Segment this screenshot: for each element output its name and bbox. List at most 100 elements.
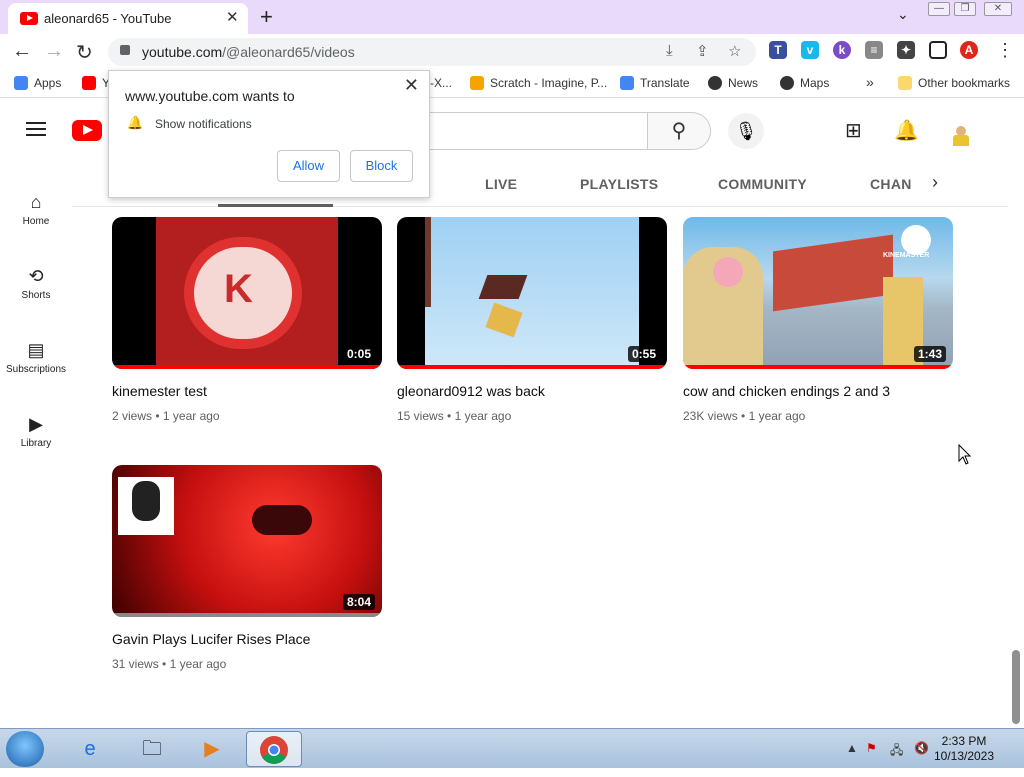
popup-title: www.youtube.com wants to (125, 88, 295, 104)
browser-toolbar: ← → ↻ youtube.com/@aleonard65/videos ⤓ ⇪… (0, 34, 1024, 70)
action-center-icon[interactable]: ⚑ (866, 741, 877, 755)
tab-title: aleonard65 - YouTube (44, 11, 172, 26)
internet-explorer-icon[interactable]: e (62, 731, 118, 767)
video-thumbnail[interactable]: 8:04 (112, 465, 382, 617)
reload-icon[interactable]: ↻ (76, 40, 93, 65)
extension-database-icon[interactable]: ≡ (865, 41, 883, 59)
tab-community[interactable]: COMMUNITY (718, 176, 807, 192)
sidebar-item-home[interactable]: ⌂ Home (0, 174, 72, 248)
search-icon[interactable]: ⚲ (647, 112, 711, 150)
create-video-icon[interactable]: ⊞ (845, 118, 862, 143)
translate-icon (620, 76, 634, 90)
show-hidden-icons-icon[interactable]: ▲ (846, 741, 858, 755)
bookmark-x[interactable]: -X... (430, 76, 452, 90)
minimize-button[interactable]: — (928, 2, 950, 16)
bookmark-other[interactable]: Other bookmarks (898, 76, 1010, 90)
tab-strip: aleonard65 - YouTube ✕ + ⌄ — ❐ ✕ (0, 0, 1024, 34)
bookmarks-overflow-icon[interactable]: » (866, 74, 874, 90)
forward-icon[interactable]: → (44, 40, 64, 63)
sidebar-item-label: Library (20, 438, 52, 449)
extension-vimeo-icon[interactable]: v (801, 41, 819, 59)
video-title[interactable]: Gavin Plays Lucifer Rises Place (112, 631, 382, 647)
browser-tab[interactable]: aleonard65 - YouTube ✕ (8, 3, 248, 34)
sidebar-item-library[interactable]: ▶ Library (0, 396, 72, 470)
sidebar-item-shorts[interactable]: ⟲ Shorts (0, 248, 72, 322)
block-button[interactable]: Block (350, 150, 413, 182)
allow-button[interactable]: Allow (277, 150, 340, 182)
file-explorer-icon[interactable]: 🗀 (124, 731, 180, 767)
video-thumbnail[interactable]: KINEMASTER 1:43 (683, 217, 953, 369)
mouse-cursor-icon (958, 444, 972, 465)
bookmark-scratch[interactable]: Scratch - Imagine, P... (470, 76, 607, 90)
video-title[interactable]: gleonard0912 was back (397, 383, 667, 399)
bookmark-star-icon[interactable]: ☆ (728, 42, 741, 60)
video-card[interactable]: KINEMASTER 1:43 cow and chicken endings … (683, 217, 953, 423)
install-icon[interactable]: ⤓ (666, 42, 673, 59)
hamburger-menu-icon[interactable] (26, 122, 46, 136)
media-player-icon[interactable]: ▶ (184, 731, 240, 767)
permission-label: Show notifications (155, 117, 252, 131)
video-thumbnail[interactable]: K 0:05 (112, 217, 382, 369)
shorts-icon: ⟲ (28, 266, 44, 286)
tab-channels[interactable]: CHAN (870, 176, 912, 192)
video-card[interactable]: 8:04 Gavin Plays Lucifer Rises Place 31 … (112, 465, 382, 671)
library-icon: ▶ (29, 414, 43, 434)
home-icon: ⌂ (30, 192, 42, 212)
video-duration: 0:55 (627, 346, 660, 362)
new-tab-button[interactable]: + (260, 4, 273, 30)
youtube-logo[interactable] (72, 120, 102, 141)
close-window-button[interactable]: ✕ (984, 2, 1012, 16)
sidebar-item-subscriptions[interactable]: ▤ Subscriptions (0, 322, 72, 396)
page-scrollbar[interactable] (1008, 162, 1024, 728)
bookmark-maps[interactable]: Maps (780, 76, 829, 90)
video-thumbnail[interactable]: 0:55 (397, 217, 667, 369)
bookmark-news[interactable]: News (708, 76, 758, 90)
start-button[interactable] (6, 731, 44, 767)
video-title[interactable]: cow and chicken endings 2 and 3 (683, 383, 953, 399)
extensions-puzzle-icon[interactable]: ✦ (897, 41, 915, 59)
windows-taskbar: e 🗀 ▶ ▲ ⚑ 🖧 🔇 2:33 PM 10/13/2023 (0, 728, 1024, 768)
watch-progress (397, 365, 667, 369)
tab-close-icon[interactable]: ✕ (226, 8, 239, 26)
video-meta: 31 views • 1 year ago (112, 657, 227, 671)
notifications-bell-icon[interactable]: 🔔 (894, 118, 919, 143)
kinemaster-badge-icon (901, 225, 931, 255)
lock-icon (120, 45, 130, 55)
tab-search-icon[interactable]: ⌄ (897, 6, 909, 23)
taskbar-clock[interactable]: 2:33 PM 10/13/2023 (926, 734, 1002, 764)
side-panel-icon[interactable] (929, 41, 947, 59)
video-card[interactable]: 0:55 gleonard0912 was back 15 views • 1 … (397, 217, 667, 423)
avatar[interactable] (952, 126, 970, 146)
menu-dots-icon[interactable]: ⋮ (996, 40, 1014, 61)
youtube-icon (82, 76, 96, 90)
extension-k-icon[interactable]: k (833, 41, 851, 59)
bell-icon: 🔔 (127, 115, 144, 130)
back-icon[interactable]: ← (12, 40, 32, 63)
bookmark-apps[interactable]: Apps (14, 76, 61, 90)
close-icon[interactable]: ✕ (404, 75, 419, 96)
tab-live[interactable]: LIVE (485, 176, 517, 192)
apps-grid-icon (14, 76, 28, 90)
watch-progress (112, 613, 382, 617)
sidebar: ⌂ Home ⟲ Shorts ▤ Subscriptions ▶ Librar… (0, 162, 72, 728)
restore-button[interactable]: ❐ (954, 2, 976, 16)
microphone-icon[interactable]: 🎙 (728, 113, 764, 149)
chrome-icon[interactable] (246, 731, 302, 767)
network-icon[interactable]: 🖧 (890, 741, 903, 762)
chevron-right-icon[interactable]: › (932, 172, 938, 193)
bookmark-youtube[interactable]: Y (82, 76, 110, 90)
video-card[interactable]: K 0:05 kinemester test 2 views • 1 year … (112, 217, 382, 423)
youtube-favicon-icon (20, 12, 38, 25)
video-title[interactable]: kinemester test (112, 383, 382, 399)
address-bar[interactable]: youtube.com/@aleonard65/videos ⤓ ⇪ ☆ (108, 38, 756, 66)
sidebar-item-label: Subscriptions (5, 364, 67, 375)
share-icon[interactable]: ⇪ (696, 42, 709, 60)
video-duration: 0:05 (342, 346, 375, 362)
profile-icon[interactable]: A (960, 41, 978, 59)
search-input[interactable] (428, 112, 648, 150)
bookmark-translate[interactable]: Translate (620, 76, 690, 90)
tab-playlists[interactable]: PLAYLISTS (580, 176, 658, 192)
extension-ti-icon[interactable]: T (769, 41, 787, 59)
scrollbar-thumb[interactable] (1012, 650, 1020, 724)
notification-permission-popup: www.youtube.com wants to ✕ 🔔 Show notifi… (108, 70, 430, 198)
